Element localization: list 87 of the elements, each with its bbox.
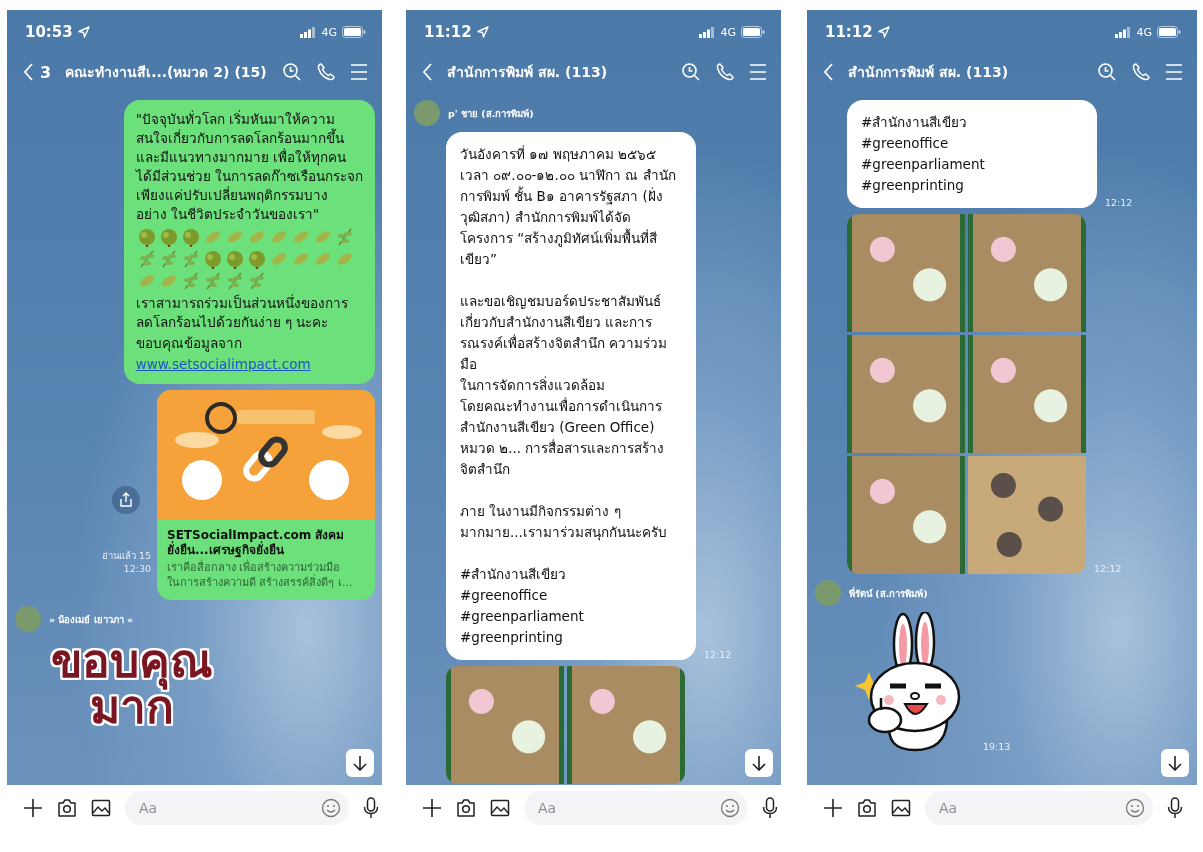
scroll-down-button[interactable] [1161,749,1189,777]
image-button[interactable] [891,798,911,818]
signal-icon [1115,26,1132,38]
message-input[interactable]: Aa [125,791,349,825]
message-time: 12:12 [1105,197,1133,208]
photo-placeholder[interactable] [446,666,564,784]
link-preview-card[interactable]: SETSocialImpact.com สังคม ยั่งยืน...เศรษฐกิจยั่งยืน เราคือสื่อกลาง เพื่อสร้างความร่วมมือ ในการสร้างความดี สร้างสรรค์สิ่งดีๆ เ... [157,390,375,600]
battery-icon [342,26,366,38]
sender-name: p' ชาย (ส.การพิมพ์) [448,106,534,121]
message-input[interactable]: Aa [524,791,748,825]
search-button[interactable] [681,62,701,82]
share-button[interactable] [112,486,141,514]
message-text: วันอังคารที่ ๑๗ พฤษภาคม ๒๕๖๕ เวลา ๐๙.๐๐-๑๒.๐๐ นาฬิกา ณ สำนัก การพิมพ์ ชั้น B๑ อาคารรัฐสภา (ฝั่ง วุฒิสภา) สำนักการพิมพ์ได้จัด โครงการ “สร้างภูมิทัศน์เพิ่มพื้นที่สี เขียว” [460,144,677,269]
search-button[interactable] [1097,62,1117,82]
menu-button[interactable] [350,63,368,81]
microphone-button[interactable] [363,797,379,819]
message-time: 12:30 [123,563,151,574]
photo-placeholder[interactable] [968,335,1086,453]
signal-icon [699,26,716,38]
message-text: #สำนักงานสีเขียว #greenoffice #greenparliament #greenprinting [460,565,585,647]
microphone-button[interactable] [762,797,778,819]
status-time: 10:53 [25,23,73,41]
menu-button[interactable] [1165,63,1183,81]
back-button[interactable]: 3 [23,62,52,82]
message-input[interactable]: Aa [925,791,1153,825]
photo-placeholder[interactable] [968,456,1086,574]
call-button[interactable] [316,62,336,82]
network-label: 4G [720,25,736,39]
message-text: ภาย ในงานมีกิจกรรมต่าง ๆ มากมาย...เรามาร่วมสนุกกันนะครับ [460,502,668,543]
photo-placeholder[interactable] [567,666,685,784]
status-time: 11:12 [424,23,472,41]
photo-placeholder[interactable] [847,214,965,332]
location-arrow-icon [77,26,90,38]
down-arrow-icon[interactable] [353,755,367,771]
message-text: #สำนักงานสีเขียว #greenoffice #greenparliament #greenprinting [861,113,986,195]
chat-title: สำนักการพิมพ์ สผ. (113) [848,63,1010,82]
message-text: และขอเชิญชมบอร์ดประชาสัมพันธ์ เกี่ยวกับสำนักงานสีเขียว และการ รณรงค์เพื่อสร้างจิตสำนึก ความร่วมมือ ในการจัดการสิ่งแวดล้อม โดยคณะทำงานเพื่อการดำเนินการ สำนักงานสีเขียว (Green Office) หมวด ๒... การสื่อสารและการสร้าง จิตสำนึก [460,292,669,479]
plus-button[interactable] [422,798,442,818]
camera-button[interactable] [857,798,877,818]
scroll-down-button[interactable] [745,749,773,777]
network-label: 4G [1136,25,1152,39]
sender-name: » น้องเมย์ เยาวภา « [49,612,134,627]
emoji-icon[interactable] [720,798,740,818]
call-button[interactable] [1131,62,1151,82]
camera-button[interactable] [456,798,476,818]
message-time: 12:12 [704,649,732,660]
emoji-icon[interactable] [321,798,341,818]
website-link[interactable]: www.setsocialimpact.com [135,355,363,374]
back-chevron-icon[interactable] [23,63,34,81]
down-arrow-icon[interactable] [752,755,766,771]
microphone-button[interactable] [1167,797,1183,819]
sender-name: พี่รัตน์ (ส.การพิมพ์) [849,585,928,601]
chat-title: คณะทำงานสีเ...(หมวด 2) (15) [65,63,268,82]
signal-icon [300,26,317,38]
message-text: "ปัจจุบันทั่วโลก เริ่มหันมาให้ความ สนใจเกี่ยวกับการลดโลกร้อนมากขึ้น และมีแนวทางมากมาย เพื่อให้ทุกคน ได้มีส่วนช่วย ในการลดก๊าซเรือนกระจก เพียงแค่ปรับเปลี่ยนพฤติกรรมบาง อย่าง ในชีวิตประจำวันของเรา" [135,110,363,224]
location-arrow-icon [877,26,890,38]
location-arrow-icon [476,26,489,38]
network-label: 4G [321,25,337,39]
image-button[interactable] [490,798,510,818]
photo-placeholder[interactable] [847,456,965,574]
plus-button[interactable] [823,798,843,818]
battery-icon [741,26,765,38]
camera-button[interactable] [57,798,77,818]
plus-button[interactable] [23,798,43,818]
sticker-text: ขอบคุณ มาก [51,638,213,730]
photo-placeholder[interactable] [847,335,965,453]
upload-icon[interactable] [118,492,135,508]
down-arrow-icon[interactable] [1168,755,1182,771]
emoji-icon[interactable] [1125,798,1145,818]
search-button[interactable] [282,62,302,82]
message-time: 12:12 [1094,563,1122,574]
message-time: 19:13 [983,741,1011,752]
battery-icon [1157,26,1181,38]
link-description: เราคือสื่อกลาง เพื่อสร้างความร่วมมือ ในการสร้างความดี สร้างสรรค์สิ่งดีๆ เ... [167,560,354,590]
back-button[interactable] [422,63,433,81]
photo-placeholder[interactable] [968,214,1086,332]
scroll-down-button[interactable] [346,749,374,777]
back-button[interactable] [823,63,834,81]
message-text: ขอบคุณข้อมูลจาก [135,334,243,353]
read-receipt: อ่านแล้ว 15 [101,549,151,563]
message-text: เราสามารถร่วมเป็นส่วนหนึ่งของการ ลดโลกร้อนไปด้วยกันง่าย ๆ นะคะ [135,294,349,332]
status-time: 11:12 [825,23,873,41]
image-button[interactable] [91,798,111,818]
call-button[interactable] [715,62,735,82]
link-title: SETSocialImpact.com สังคม ยั่งยืน...เศรษฐกิจยั่งยืน [167,528,346,558]
chat-title: สำนักการพิมพ์ สผ. (113) [447,63,609,82]
menu-button[interactable] [749,63,767,81]
